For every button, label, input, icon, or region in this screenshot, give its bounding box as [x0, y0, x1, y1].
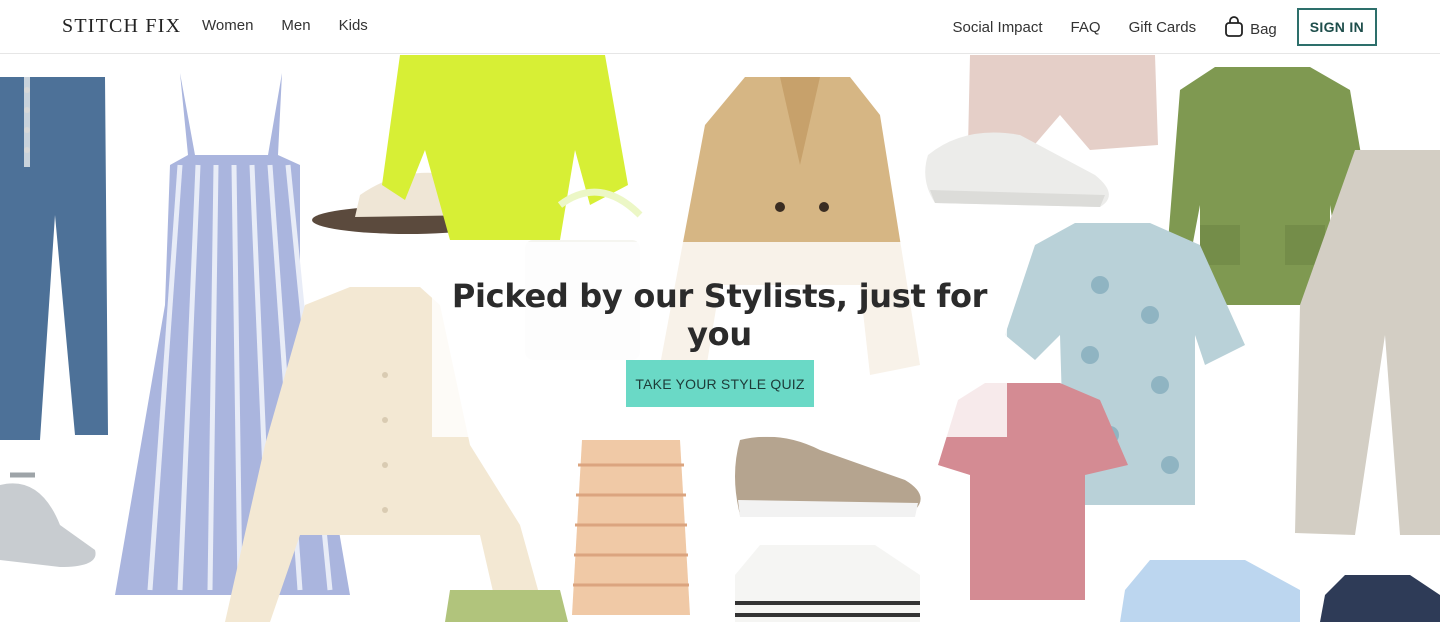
- suede-sneaker-image: [735, 436, 921, 517]
- primary-nav: Women Men Kids: [202, 17, 368, 34]
- knit-tank-image: [572, 440, 690, 615]
- nav-social-impact[interactable]: Social Impact: [953, 19, 1043, 36]
- green-shorts-image: [445, 590, 568, 622]
- sign-in-button[interactable]: SIGN IN: [1296, 8, 1377, 46]
- secondary-nav: Social Impact FAQ Gift Cards Bag SIGN IN: [953, 0, 1440, 54]
- stitch-fix-logo[interactable]: STITCH FIX: [62, 15, 181, 38]
- nav-kids[interactable]: Kids: [339, 17, 368, 34]
- nav-women[interactable]: Women: [202, 17, 253, 34]
- bag-label: Bag: [1250, 21, 1277, 38]
- bag-button[interactable]: Bag: [1224, 16, 1277, 38]
- check-shirt-image: [1120, 560, 1300, 622]
- hero-headline: Picked by our Stylists, just for you: [451, 277, 988, 353]
- nav-men[interactable]: Men: [281, 17, 310, 34]
- shopping-bag-icon: [1224, 16, 1244, 38]
- white-sneaker-image: [925, 132, 1109, 207]
- nav-gift-cards[interactable]: Gift Cards: [1129, 19, 1197, 36]
- navy-blazer-image: [1320, 575, 1440, 622]
- site-header: STITCH FIX Women Men Kids Social Impact …: [0, 0, 1440, 54]
- striped-polo-image: [735, 545, 920, 622]
- silver-sandal-image: [0, 472, 96, 567]
- nav-faq[interactable]: FAQ: [1071, 19, 1101, 36]
- hero-section: Picked by our Stylists, just for you TAK…: [0, 55, 1440, 622]
- style-quiz-button[interactable]: TAKE YOUR STYLE QUIZ: [626, 360, 814, 407]
- jeans-image: [0, 77, 108, 440]
